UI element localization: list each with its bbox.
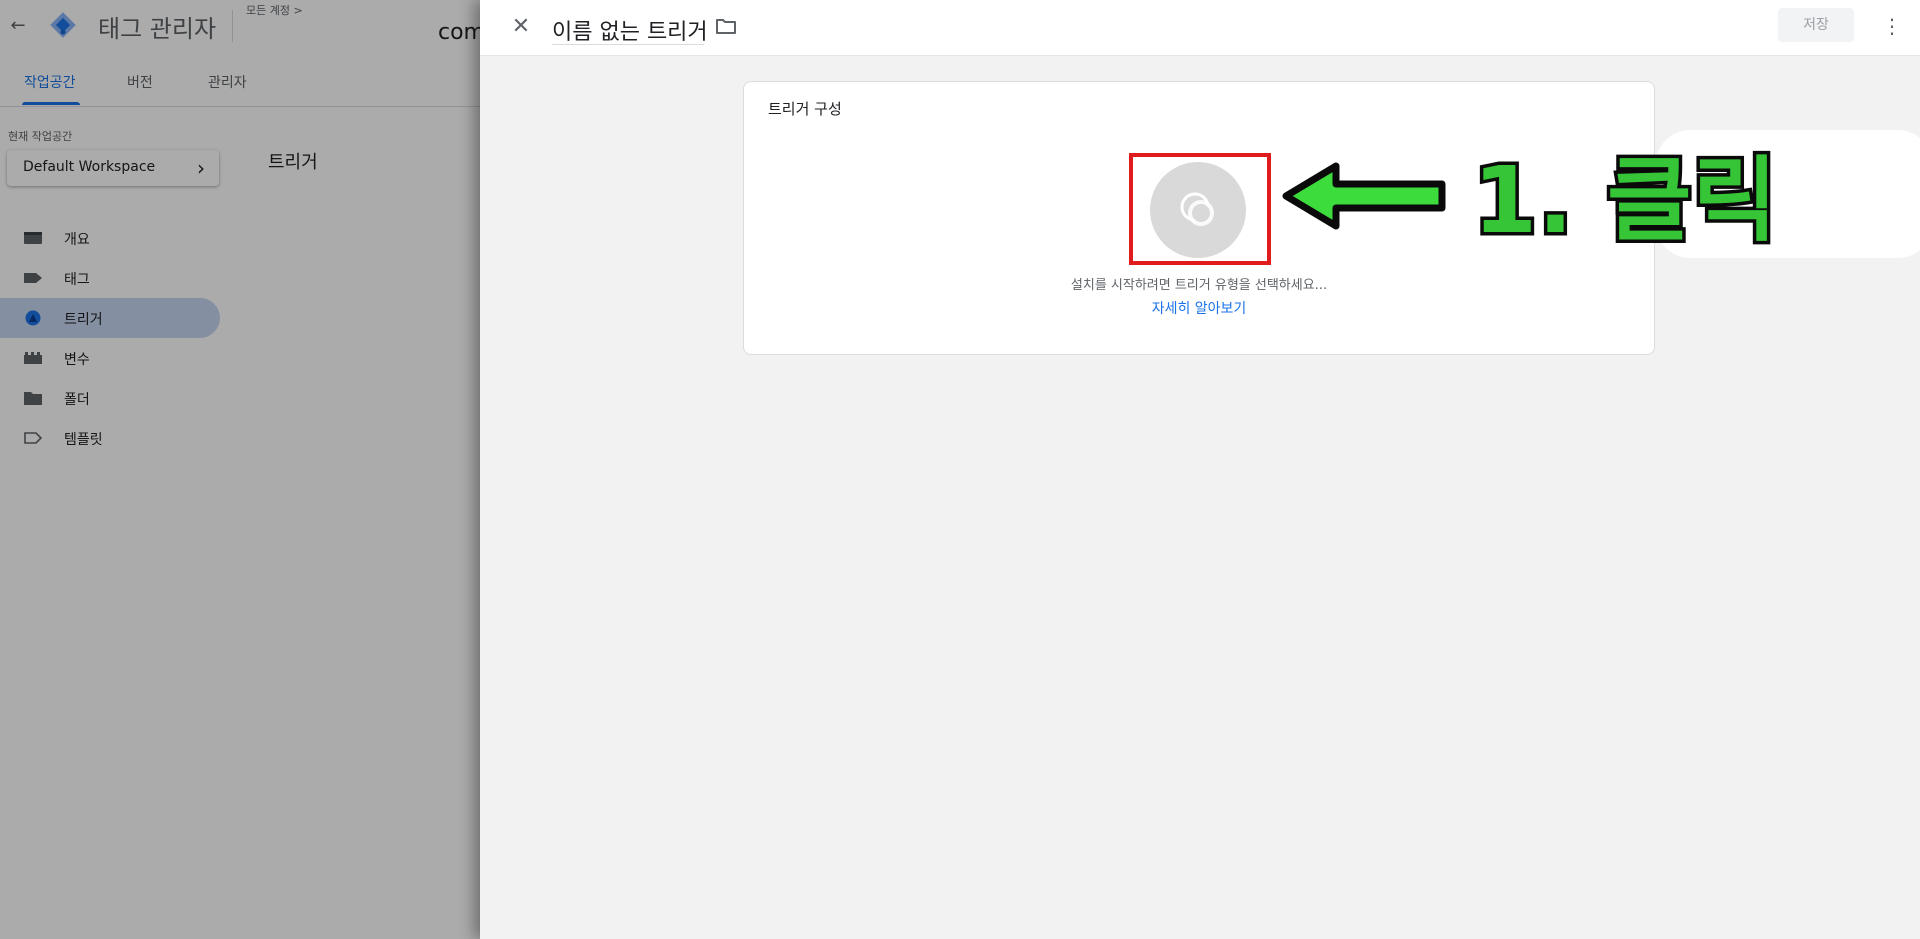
more-vert-icon[interactable]: ⋮ (1880, 12, 1904, 40)
trigger-name-field[interactable]: 이름 없는 트리거 (552, 10, 708, 45)
annotation-arrow-icon (1282, 162, 1446, 230)
trigger-name: 이름 없는 트리거 (552, 20, 708, 45)
annotation-callout-text: 1. 클릭 (1469, 144, 1780, 258)
modal-scrim[interactable] (0, 0, 480, 939)
close-icon[interactable]: ✕ (508, 14, 534, 40)
panel-header: ✕ 이름 없는 트리거 저장 ⋮ (480, 0, 1920, 56)
folder-icon[interactable] (714, 14, 738, 38)
trigger-configuration-title: 트리거 구성 (768, 100, 842, 118)
annotation-highlight-box (1129, 153, 1271, 265)
save-button[interactable]: 저장 (1778, 8, 1854, 42)
learn-more-link[interactable]: 자세히 알아보기 (744, 298, 1654, 318)
choose-trigger-hint: 설치를 시작하려면 트리거 유형을 선택하세요... (1070, 278, 1328, 293)
